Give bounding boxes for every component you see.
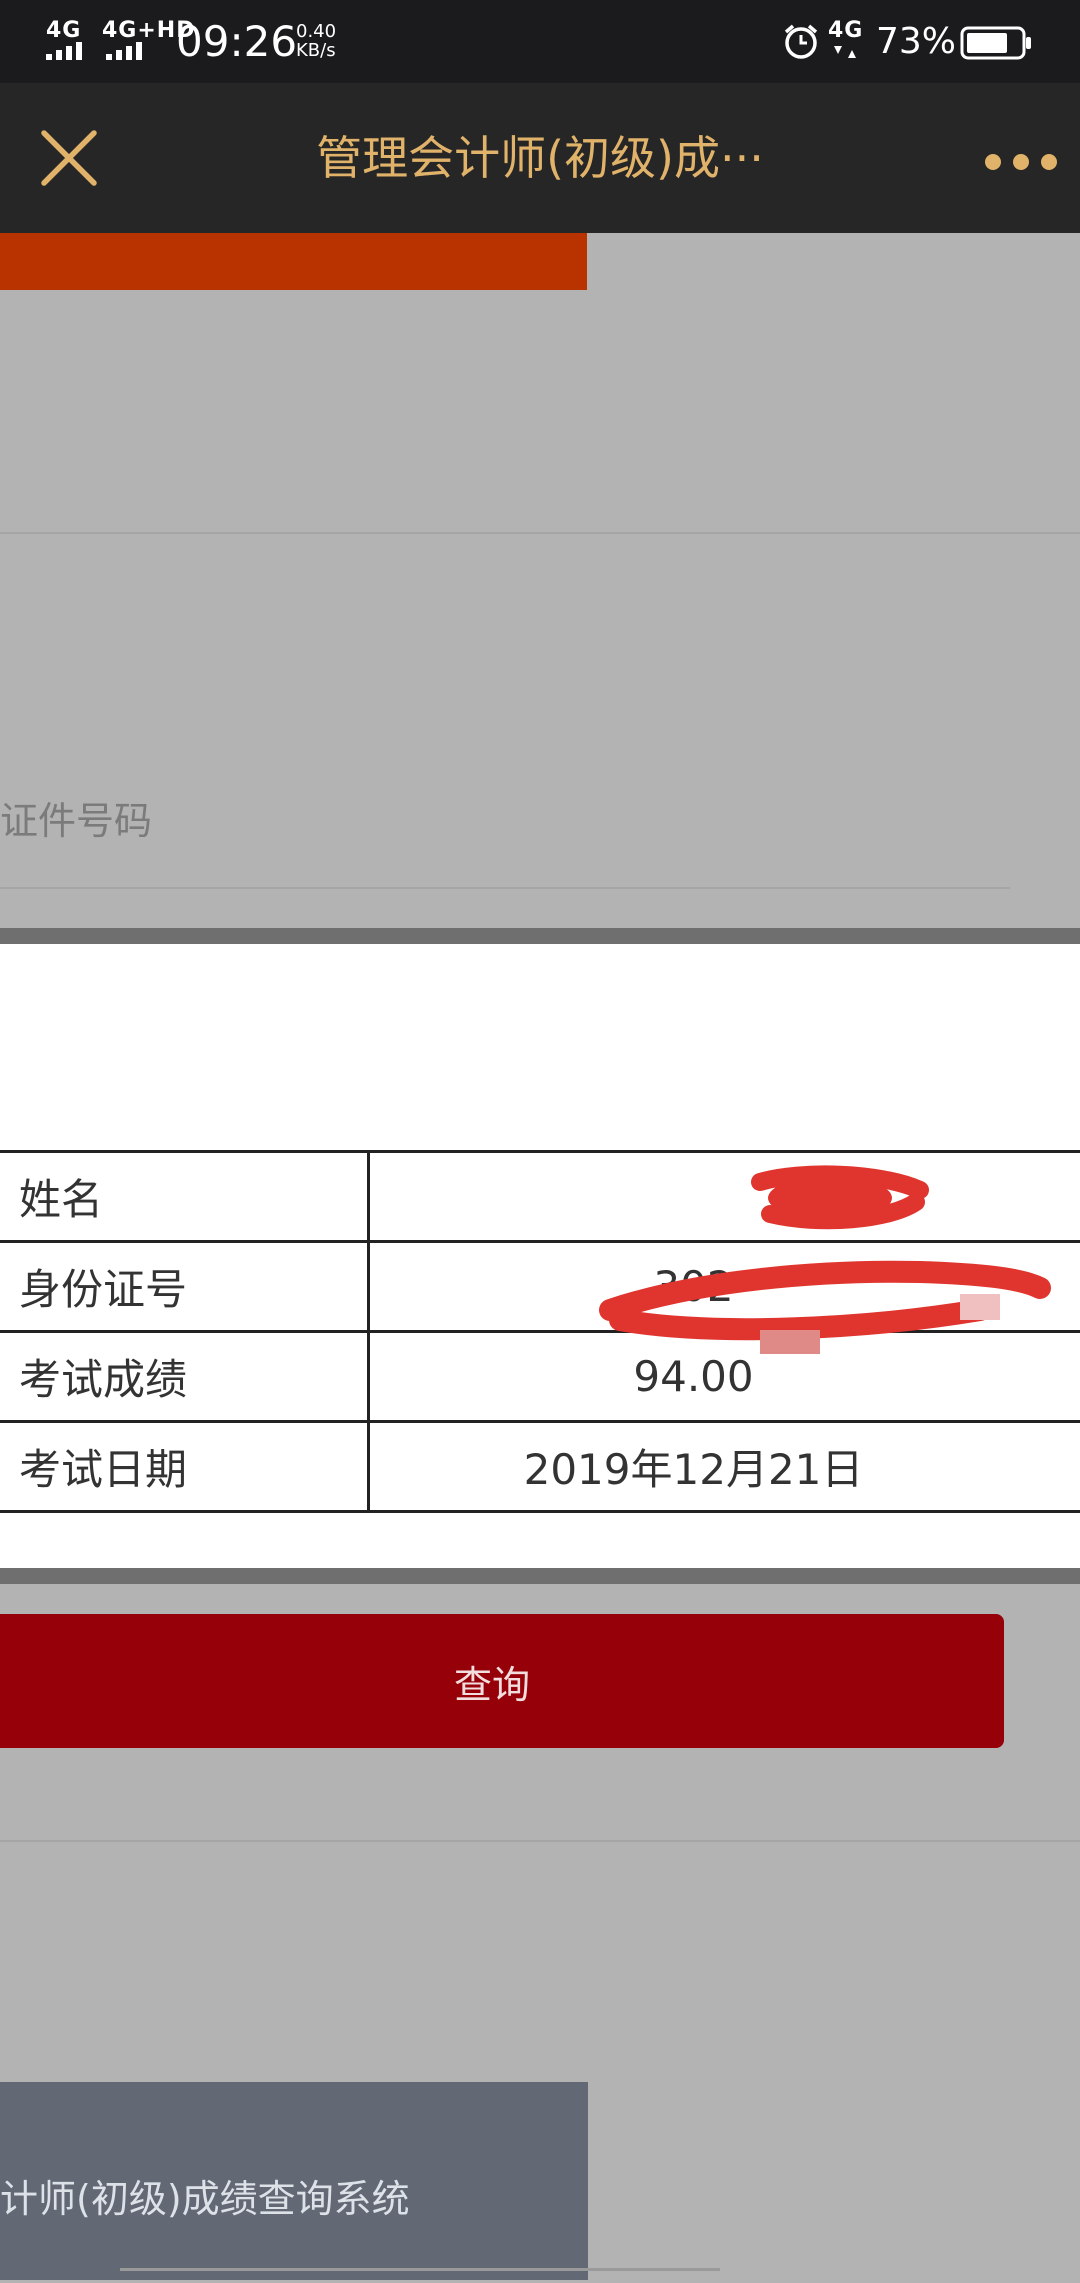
query-button-label: 查询 [454,1654,530,1709]
result-row: 考试日期2019年12月21日 [0,1422,1080,1512]
data-arrows-icon [832,44,862,60]
speed-unit: KB/s [296,41,336,60]
more-icon[interactable] [984,147,1058,177]
status-bar: 4G 4G+HD 09:26 0.40 KB/s 4G 73% [0,0,1080,83]
page-title: 管理会计师(初级)成··· [150,127,930,189]
result-dialog: 姓名身份证号302考试成绩94.00考试日期2019年12月21日 [0,928,1080,1584]
network-speed: 0.40 KB/s [296,22,336,60]
result-label: 考试成绩 [0,1332,369,1422]
system-name: 计师(初级)成绩查询系统 [0,2168,410,2223]
id-number-field[interactable]: 证件号码 [0,790,152,845]
speed-value: 0.40 [296,22,336,41]
result-label: 姓名 [0,1152,369,1242]
alarm-icon [782,22,820,60]
divider [0,532,1080,534]
network-type: 4G [828,20,863,42]
signal-icon-1: 4G [46,20,81,42]
clock-time: 09:26 [176,18,297,66]
title-bar: 管理会计师(初级)成··· [0,83,1080,233]
divider-bottom [0,1840,1080,1842]
footer-banner: 计师(初级)成绩查询系统 [0,2082,588,2280]
result-label: 考试日期 [0,1422,369,1512]
close-icon[interactable] [38,127,100,189]
result-value: 2019年12月21日 [369,1422,1080,1512]
input-underline [0,887,1010,889]
top-banner [0,233,587,290]
id-number-placeholder: 证件号码 [0,799,152,843]
query-button[interactable]: 查询 [0,1614,1004,1748]
battery-percentage: 73% [876,18,956,66]
redaction-scribble [560,1160,1080,1360]
signal-bars-icon-1 [46,42,88,60]
result-label: 身份证号 [0,1242,369,1332]
bottom-tab-strip [120,2268,720,2283]
battery-icon [960,26,1034,60]
signal-bars-icon-2 [106,42,156,60]
